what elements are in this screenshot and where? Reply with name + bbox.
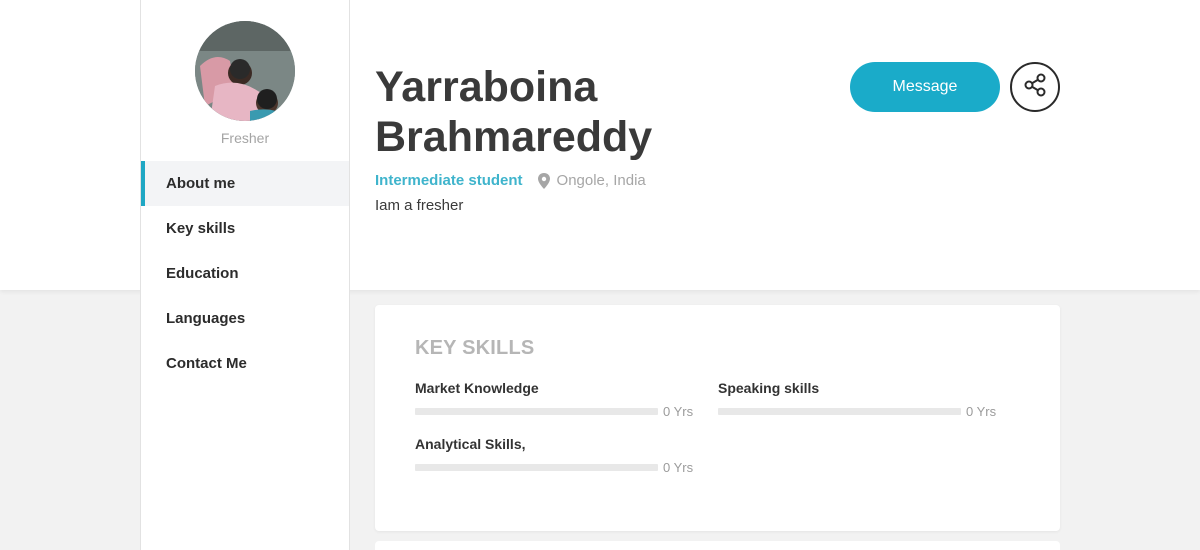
message-button[interactable]: Message bbox=[850, 62, 1000, 112]
skill-item: Speaking skills 0 Yrs bbox=[718, 380, 998, 419]
key-skills-card: KEY SKILLS Market Knowledge 0 Yrs Speaki… bbox=[375, 305, 1060, 531]
sidebar-item-contact-me[interactable]: Contact Me bbox=[141, 341, 349, 386]
profile-meta: Intermediate student Ongole, India bbox=[375, 172, 795, 189]
skill-bar bbox=[415, 408, 658, 415]
profile-location: Ongole, India bbox=[556, 172, 646, 189]
sidebar-item-education[interactable]: Education bbox=[141, 251, 349, 296]
skill-name: Analytical Skills, bbox=[415, 436, 526, 452]
profile-name: Yarraboina Brahmareddy bbox=[375, 63, 653, 161]
skill-name: Speaking skills bbox=[718, 380, 820, 396]
skill-item: Analytical Skills, 0 Yrs bbox=[415, 436, 695, 475]
share-button[interactable] bbox=[1010, 62, 1060, 112]
key-skills-title: KEY SKILLS bbox=[415, 337, 535, 359]
education-card bbox=[375, 541, 1060, 550]
profile-summary: Yarraboina Brahmareddy Intermediate stud… bbox=[375, 62, 795, 214]
skill-years: 0 Yrs bbox=[966, 404, 997, 419]
share-icon bbox=[1022, 72, 1048, 103]
profile-headline: Intermediate student bbox=[375, 172, 523, 189]
sidebar-item-about-me[interactable]: About me bbox=[141, 161, 349, 206]
skill-name: Market Knowledge bbox=[415, 380, 539, 396]
skill-years: 0 Yrs bbox=[663, 460, 694, 475]
profile-role: Fresher bbox=[220, 130, 270, 146]
skill-bar bbox=[415, 464, 658, 471]
sidebar-item-languages[interactable]: Languages bbox=[141, 296, 349, 341]
map-pin-icon bbox=[537, 172, 551, 189]
profile-about: Iam a fresher bbox=[375, 197, 464, 214]
sidebar: Fresher About me Key skills Education La… bbox=[140, 0, 350, 550]
skill-item: Market Knowledge 0 Yrs bbox=[415, 380, 695, 419]
sidebar-nav: About me Key skills Education Languages … bbox=[141, 161, 349, 386]
sidebar-item-key-skills[interactable]: Key skills bbox=[141, 206, 349, 251]
avatar[interactable] bbox=[195, 21, 295, 121]
skill-years: 0 Yrs bbox=[663, 404, 694, 419]
skill-bar bbox=[718, 408, 961, 415]
